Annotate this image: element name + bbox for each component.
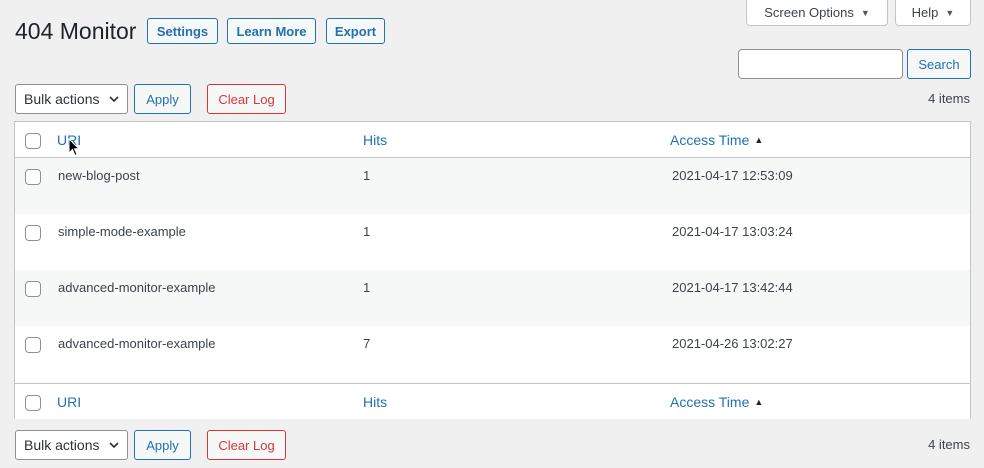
select-all-checkbox[interactable]	[25, 133, 41, 149]
screen-options-tab[interactable]: Screen Options ▼	[746, 0, 888, 26]
caret-down-icon: ▼	[945, 7, 955, 18]
bulk-actions-select-top[interactable]: Bulk actions	[15, 84, 128, 114]
sort-ascending-icon: ▲	[754, 397, 764, 407]
column-access-time-label: Access Time	[670, 394, 750, 410]
apply-button-bottom[interactable]: Apply	[134, 430, 191, 460]
table-row: advanced-monitor-example 7 2021-04-26 13…	[15, 326, 970, 382]
table-row: simple-mode-example 1 2021-04-17 13:03:2…	[15, 214, 970, 270]
access-time-cell: 2021-04-17 13:42:44	[672, 280, 793, 295]
bulk-actions-label: Bulk actions	[24, 91, 100, 107]
chevron-down-icon	[109, 96, 119, 103]
log-table: URI Hits Access Time ▲ new-blog-post 1 20…	[14, 121, 971, 419]
column-access-time-header[interactable]: Access Time ▲	[670, 132, 763, 148]
search-button[interactable]: Search	[907, 49, 971, 79]
export-button[interactable]: Export	[326, 18, 385, 44]
page-title: 404 Monitor	[15, 18, 137, 44]
access-time-cell: 2021-04-26 13:02:27	[672, 336, 793, 351]
search-input[interactable]	[738, 49, 903, 79]
mouse-cursor-icon	[68, 138, 80, 157]
column-access-time-label: Access Time	[670, 132, 750, 148]
help-tab[interactable]: Help ▼	[895, 0, 971, 26]
select-all-checkbox-footer[interactable]	[25, 395, 41, 411]
hits-cell: 7	[363, 336, 371, 351]
hits-cell: 1	[363, 168, 371, 183]
hits-cell: 1	[363, 224, 371, 239]
row-checkbox[interactable]	[25, 225, 41, 241]
bulk-actions-select-bottom[interactable]: Bulk actions	[15, 430, 128, 460]
table-row: new-blog-post 1 2021-04-17 12:53:09	[15, 158, 970, 214]
help-label: Help	[911, 5, 939, 20]
column-hits-footer[interactable]: Hits	[363, 394, 387, 410]
chevron-down-icon	[109, 442, 119, 449]
row-checkbox[interactable]	[25, 337, 41, 353]
column-uri-footer[interactable]: URI	[57, 394, 81, 410]
caret-down-icon: ▼	[860, 7, 870, 18]
uri-cell: simple-mode-example	[58, 224, 186, 239]
sort-ascending-icon: ▲	[754, 135, 764, 145]
apply-button-top[interactable]: Apply	[134, 84, 191, 114]
access-time-cell: 2021-04-17 13:03:24	[672, 224, 793, 239]
column-hits-header[interactable]: Hits	[363, 132, 387, 148]
table-header-row: URI Hits Access Time▲	[15, 122, 970, 158]
uri-cell: advanced-monitor-example	[58, 336, 216, 351]
settings-button[interactable]: Settings	[147, 18, 218, 44]
hits-cell: 1	[363, 280, 371, 295]
items-count-top: 4 items	[928, 91, 970, 106]
learn-more-button[interactable]: Learn More	[227, 18, 316, 44]
bulk-actions-label: Bulk actions	[24, 437, 100, 453]
column-access-time-footer[interactable]: Access Time ▲	[670, 394, 763, 410]
clear-log-button-top[interactable]: Clear Log	[207, 84, 286, 114]
table-row: advanced-monitor-example 1 2021-04-17 13…	[15, 270, 970, 326]
uri-cell: new-blog-post	[58, 168, 140, 183]
clear-log-button-bottom[interactable]: Clear Log	[207, 430, 286, 460]
items-count-bottom: 4 items	[928, 437, 970, 452]
row-checkbox[interactable]	[25, 169, 41, 185]
screen-options-label: Screen Options	[764, 5, 854, 20]
row-checkbox[interactable]	[25, 281, 41, 297]
table-footer-row: URI Hits Access Time ▲	[15, 383, 970, 419]
uri-cell: advanced-monitor-example	[58, 280, 216, 295]
access-time-cell: 2021-04-17 12:53:09	[672, 168, 793, 183]
